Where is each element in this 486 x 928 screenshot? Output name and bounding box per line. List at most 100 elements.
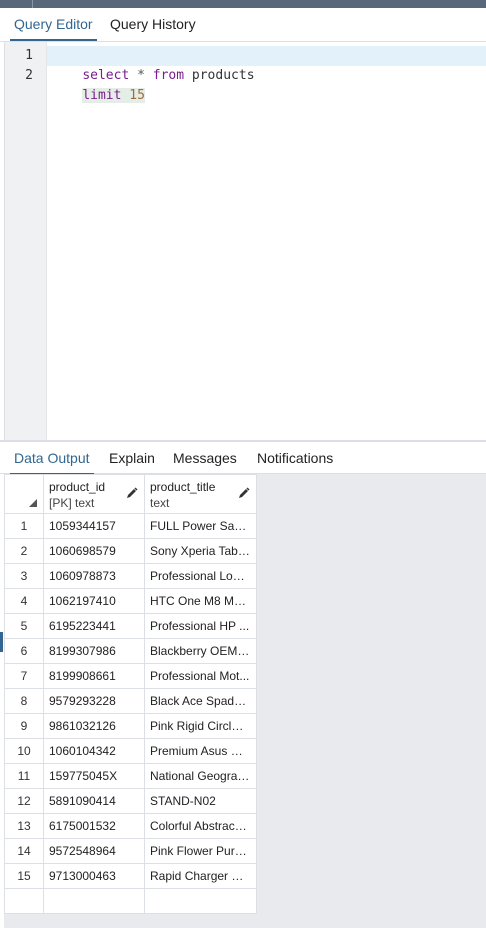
cell-text: 9861032126 <box>49 719 116 733</box>
cell-product-title[interactable]: Premium Asus M... <box>144 738 257 764</box>
line-number: 1 <box>25 48 33 63</box>
panel-resize-handle[interactable] <box>0 632 3 652</box>
cell-product-title[interactable]: HTC One M8 MH... <box>144 588 257 614</box>
cell-text: 9572548964 <box>49 844 116 858</box>
row-number[interactable]: 10 <box>4 738 44 764</box>
cell-product-title[interactable]: Pink Rigid Circle ... <box>144 713 257 739</box>
row-number[interactable]: 13 <box>4 813 44 839</box>
code-line-1[interactable]: select * from products <box>47 46 486 83</box>
row-number[interactable]: 5 <box>4 613 44 639</box>
table-row[interactable]: 14 9572548964 Pink Flower Purpl... <box>4 838 257 864</box>
cell-product-id[interactable]: 8199307986 <box>43 638 145 664</box>
table-row[interactable]: 6 8199307986 Blackberry OEM T... <box>4 638 257 664</box>
cell-product-title[interactable]: Black Ace Spade ... <box>144 688 257 714</box>
cell-product-title[interactable]: Pink Flower Purpl... <box>144 838 257 864</box>
column-header-product-id[interactable]: product_id [PK] text <box>43 474 145 514</box>
cell-product-id[interactable]: 6195223441 <box>43 613 145 639</box>
cell-product-id[interactable]: 6175001532 <box>43 813 145 839</box>
row-number[interactable]: 8 <box>4 688 44 714</box>
row-number[interactable]: 2 <box>4 538 44 564</box>
table-row[interactable]: 3 1060978873 Professional Logi... <box>4 563 257 589</box>
table-row[interactable]: 13 6175001532 Colorful Abstract ... <box>4 813 257 839</box>
sql-editor[interactable]: 1 2 select * from products limit 15 <box>4 42 486 440</box>
tab-notifications[interactable]: Notifications <box>257 442 333 474</box>
cell-text: 1060978873 <box>49 569 116 583</box>
cell-product-title[interactable]: FULL Power Sam... <box>144 513 257 539</box>
cell-product-id[interactable]: 9861032126 <box>43 713 145 739</box>
table-row[interactable]: 7 8199908661 Professional Mot... <box>4 663 257 689</box>
cell-text: Pink Flower Purpl... <box>150 844 250 858</box>
cell-product-title[interactable]: Sony Xperia Tabl... <box>144 538 257 564</box>
cell-product-title[interactable]: Colorful Abstract ... <box>144 813 257 839</box>
cell-product-title[interactable]: STAND-N02 <box>144 788 257 814</box>
window-title-bar <box>0 0 486 8</box>
cell-product-title[interactable]: Professional HP ... <box>144 613 257 639</box>
cell-product-id[interactable]: 1059344157 <box>43 513 145 539</box>
cell-product-id[interactable]: 1060978873 <box>43 563 145 589</box>
cell-product-id[interactable]: 9713000463 <box>43 863 145 889</box>
cell-text: FULL Power Sam... <box>150 519 250 533</box>
row-number[interactable]: 15 <box>4 863 44 889</box>
cell-text: Premium Asus M... <box>150 744 250 758</box>
cell-product-id[interactable]: 8199908661 <box>43 663 145 689</box>
tab-query-history[interactable]: Query History <box>110 8 196 40</box>
cell-text: 1060698579 <box>49 544 116 558</box>
empty-cell[interactable] <box>144 888 257 914</box>
cell-text: Professional Mot... <box>150 669 250 683</box>
row-number[interactable]: 4 <box>4 588 44 614</box>
cell-text: Colorful Abstract ... <box>150 819 250 833</box>
tab-explain[interactable]: Explain <box>109 442 155 474</box>
cell-text: Sony Xperia Tabl... <box>150 544 250 558</box>
cell-text: 9713000463 <box>49 869 116 883</box>
cell-product-title[interactable]: Rapid Charger KI... <box>144 863 257 889</box>
cell-product-id[interactable]: 1060698579 <box>43 538 145 564</box>
line-number: 2 <box>25 68 33 83</box>
table-row[interactable]: 4 1062197410 HTC One M8 MH... <box>4 588 257 614</box>
row-number[interactable]: 11 <box>4 763 44 789</box>
edit-pencil-icon <box>239 487 250 498</box>
code-line-2[interactable]: limit 15 <box>47 66 486 103</box>
cell-product-id[interactable]: 9572548964 <box>43 838 145 864</box>
cell-product-title[interactable]: National Geograp... <box>144 763 257 789</box>
table-row[interactable]: 12 5891090414 STAND-N02 <box>4 788 257 814</box>
cell-text: HTC One M8 MH... <box>150 594 250 608</box>
table-row[interactable]: 10 1060104342 Premium Asus M... <box>4 738 257 764</box>
cell-product-id[interactable]: 9579293228 <box>43 688 145 714</box>
table-row[interactable]: 11 159775045X National Geograp... <box>4 763 257 789</box>
row-number-header[interactable] <box>4 474 44 514</box>
row-number[interactable]: 3 <box>4 563 44 589</box>
code-token: limit <box>82 88 122 103</box>
row-number[interactable]: 1 <box>4 513 44 539</box>
table-row[interactable]: 2 1060698579 Sony Xperia Tabl... <box>4 538 257 564</box>
row-number[interactable]: 12 <box>4 788 44 814</box>
cell-product-id[interactable]: 5891090414 <box>43 788 145 814</box>
empty-cell[interactable] <box>4 888 44 914</box>
table-row[interactable]: 15 9713000463 Rapid Charger KI... <box>4 863 257 889</box>
cell-product-title[interactable]: Professional Mot... <box>144 663 257 689</box>
tab-messages[interactable]: Messages <box>173 442 237 474</box>
row-number[interactable]: 6 <box>4 638 44 664</box>
table-row[interactable]: 9 9861032126 Pink Rigid Circle ... <box>4 713 257 739</box>
cell-text: 9579293228 <box>49 694 116 708</box>
cell-text: 1062197410 <box>49 594 116 608</box>
empty-cell[interactable] <box>43 888 145 914</box>
cell-product-title[interactable]: Professional Logi... <box>144 563 257 589</box>
tab-data-output[interactable]: Data Output <box>10 442 93 475</box>
cell-text: Rapid Charger KI... <box>150 869 250 883</box>
cell-product-id[interactable]: 159775045X <box>43 763 145 789</box>
cell-product-title[interactable]: Blackberry OEM T... <box>144 638 257 664</box>
empty-new-row[interactable] <box>4 888 257 914</box>
cell-product-id[interactable]: 1062197410 <box>43 588 145 614</box>
column-header-product-title[interactable]: product_title text <box>144 474 257 514</box>
row-number[interactable]: 7 <box>4 663 44 689</box>
row-number[interactable]: 9 <box>4 713 44 739</box>
cell-product-id[interactable]: 1060104342 <box>43 738 145 764</box>
table-header-row: product_id [PK] text product_title text <box>4 474 257 514</box>
table-row[interactable]: 5 6195223441 Professional HP ... <box>4 613 257 639</box>
select-all-icon <box>29 499 37 507</box>
tab-query-editor[interactable]: Query Editor <box>10 8 97 41</box>
table-row[interactable]: 8 9579293228 Black Ace Spade ... <box>4 688 257 714</box>
cell-text: 8199908661 <box>49 669 116 683</box>
row-number[interactable]: 14 <box>4 838 44 864</box>
table-row[interactable]: 1 1059344157 FULL Power Sam... <box>4 513 257 539</box>
